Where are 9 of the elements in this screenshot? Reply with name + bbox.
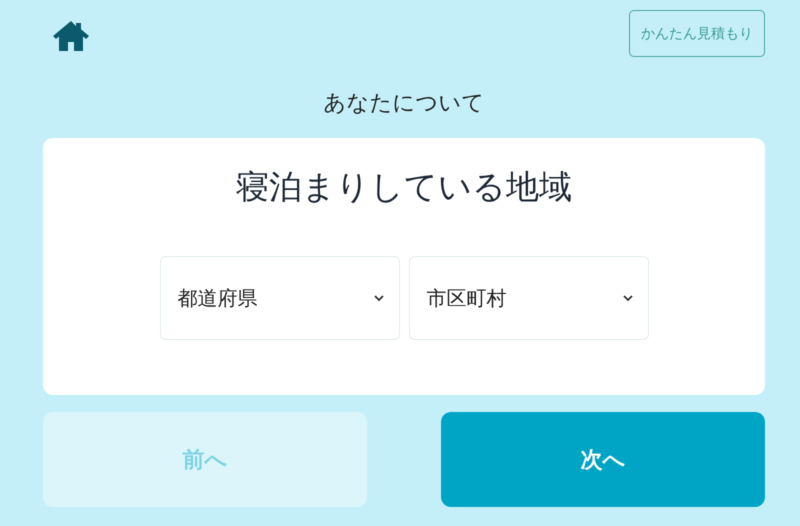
nav-button[interactable]: 次へ [441, 412, 765, 507]
estimate-button[interactable]: かんたん見積もり [629, 10, 765, 57]
card-title: 寝泊まりしている地域 [235, 166, 573, 208]
section-title: あなたについて [322, 90, 486, 118]
home-icon[interactable] [52, 20, 90, 52]
select-field[interactable]: 都道府県 [160, 256, 400, 340]
select-field[interactable]: 市区町村 [408, 256, 648, 340]
chevron-down-icon [622, 294, 634, 302]
chevron-down-icon [372, 294, 384, 302]
